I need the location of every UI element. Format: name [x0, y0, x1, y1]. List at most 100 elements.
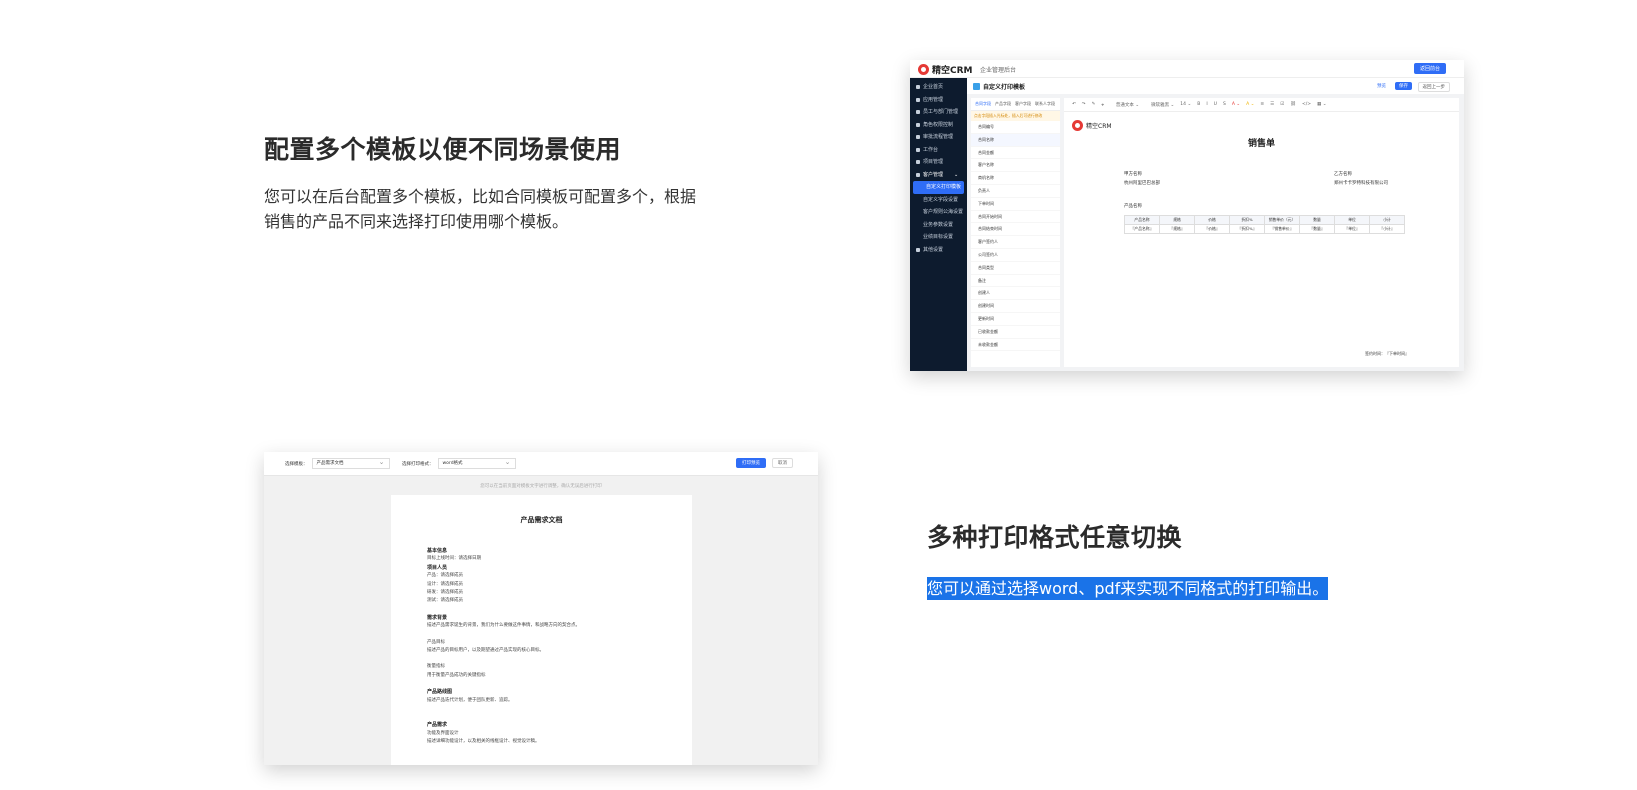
- font-size-select[interactable]: 14 ⌄: [1180, 102, 1191, 107]
- feature-description-line: 销售的产品不同来选择打印使用哪个模板。: [264, 212, 569, 231]
- undo-icon[interactable]: ↶: [1072, 102, 1076, 107]
- brand-logo-icon: [1072, 120, 1083, 131]
- table-icon[interactable]: ▦ ⌄: [1317, 102, 1326, 107]
- sidebar-item[interactable]: 工作台: [910, 144, 967, 157]
- doc-spacer: [427, 606, 580, 614]
- sidebar-item[interactable]: 角色权限控制: [910, 119, 967, 132]
- sidebar-item[interactable]: 审批流程管理: [910, 131, 967, 144]
- checkbox-icon[interactable]: ☑: [1280, 102, 1284, 107]
- field-item[interactable]: 合同开始时间: [971, 211, 1060, 224]
- return-frontend-button[interactable]: 返回前台: [1413, 63, 1446, 74]
- feature-title: 配置多个模板以便不同场景使用: [264, 135, 622, 164]
- field-item[interactable]: 客户名称: [971, 159, 1060, 173]
- sidebar-item[interactable]: 项目管理: [910, 156, 967, 169]
- table-cell: 『价格』: [1194, 224, 1230, 234]
- doc-heading: 项目人员: [427, 564, 448, 571]
- tab-contract-fields[interactable]: 合同字段: [975, 101, 991, 107]
- doc-spacer: [427, 713, 580, 721]
- format-select-box[interactable]: word格式: [437, 457, 516, 469]
- sidebar-item[interactable]: 应用管理: [910, 94, 967, 107]
- field-item[interactable]: 下单时间: [971, 198, 1060, 211]
- template-icon: [973, 83, 980, 90]
- party-b-name: 郑州卡卡罗特科技有限公司: [1334, 181, 1388, 186]
- field-item[interactable]: 合同编号: [971, 121, 1060, 134]
- field-item[interactable]: 合同结束时间: [971, 223, 1060, 237]
- link-icon[interactable]: ⛓: [1290, 102, 1296, 107]
- page: 配置多个模板以便不同场景使用 您可以在后台配置多个模板，比如合同模板可配置多个，…: [0, 0, 1637, 790]
- preview-button[interactable]: 预览: [1373, 82, 1390, 90]
- sidebar-item[interactable]: 企业首页: [910, 81, 967, 94]
- field-item[interactable]: 合同名称: [971, 133, 1060, 147]
- field-item[interactable]: 更新时间: [971, 313, 1060, 326]
- sidebar-item[interactable]: 客户规则公海设置: [910, 206, 967, 219]
- sidebar-item-label: 员工与部门管理: [923, 109, 959, 115]
- field-item[interactable]: 未收款金额: [971, 339, 1060, 352]
- party-b: 乙方名称 郑州卡卡罗特科技有限公司: [1334, 170, 1388, 188]
- doc-line: 目标上线时间：请选择日期: [427, 556, 481, 562]
- underline-icon[interactable]: U: [1214, 102, 1217, 107]
- table-cell: 『数量』: [1299, 224, 1335, 234]
- field-tabs: 合同字段 产品字段 客户字段 联系人字段: [971, 98, 1060, 111]
- table-header-cell: 价格: [1194, 215, 1230, 225]
- font-color-icon[interactable]: A ⌄: [1232, 102, 1240, 107]
- align-icon[interactable]: ≡: [1260, 102, 1264, 107]
- sidebar-item[interactable]: 业绩目标设置: [910, 231, 967, 244]
- field-item[interactable]: 创建时间: [971, 300, 1060, 313]
- code-icon[interactable]: </>: [1302, 102, 1311, 107]
- tab-contact-fields[interactable]: 联系人字段: [1035, 101, 1055, 107]
- bold-icon[interactable]: B: [1197, 102, 1200, 107]
- template-select-box[interactable]: 产品需求文档: [311, 457, 390, 469]
- preview-paper[interactable]: 产品需求文档 基本信息 目标上线时间：请选择日期 项目人员 产品：请选择成员 设计：请选…: [391, 495, 692, 765]
- sidebar-item[interactable]: 其他设置: [910, 244, 967, 257]
- sidebar-item-label: 应用管理: [923, 96, 944, 103]
- chevron-down-icon: ⌄: [954, 171, 959, 178]
- sidebar-item-label: 业务参数设置: [923, 221, 954, 228]
- tab-customer-fields[interactable]: 客户字段: [1015, 101, 1031, 107]
- back-button[interactable]: 返回上一步: [1417, 82, 1450, 92]
- field-item[interactable]: 备注: [971, 275, 1060, 288]
- print-preview-button[interactable]: 打印预览: [736, 458, 766, 468]
- field-item[interactable]: 负责人: [971, 185, 1060, 198]
- doc-line: 衡量指标: [427, 664, 445, 670]
- format-select: 选择打印格式： word格式: [402, 457, 516, 469]
- brush-icon[interactable]: ✎: [1092, 102, 1096, 107]
- page-title: 自定义打印模板: [973, 82, 1025, 91]
- field-item[interactable]: 合同类型: [971, 262, 1060, 275]
- redo-icon[interactable]: ↷: [1082, 102, 1086, 107]
- strikethrough-icon[interactable]: S: [1223, 102, 1226, 107]
- feature-description: 您可以在后台配置多个模板，比如合同模板可配置多个，根据 销售的产品不同来选择打印…: [264, 184, 724, 234]
- list-icon[interactable]: ☰: [1270, 102, 1274, 107]
- doc-heading: 基本信息: [427, 548, 448, 554]
- template-editor[interactable]: ↶ ↷ ✎ ⌖ 普通文本 ⌄ 微软雅黑 ⌄ 14 ⌄ B I U S A ⌄ A…: [1064, 98, 1459, 367]
- party-a-label: 甲方名称: [1124, 172, 1142, 177]
- field-item[interactable]: 合同金额: [971, 147, 1060, 160]
- sidebar-item-label: 项目管理: [923, 159, 944, 165]
- field-item[interactable]: 商机名称: [971, 172, 1060, 185]
- sidebar-item[interactable]: 业务参数设置: [910, 219, 967, 232]
- customer-icon: [916, 172, 920, 177]
- table-header-cell: 产品名称: [1124, 215, 1160, 225]
- font-family-select[interactable]: 微软雅黑 ⌄: [1151, 102, 1174, 108]
- table-cell: 『小计』: [1369, 224, 1405, 234]
- field-item[interactable]: 创建人: [971, 287, 1060, 301]
- paragraph-select[interactable]: 普通文本 ⌄: [1116, 102, 1139, 108]
- field-item[interactable]: 客户签约人: [971, 236, 1060, 249]
- field-item[interactable]: 公司签约人: [971, 249, 1060, 262]
- sidebar-item-customers[interactable]: 客户管理 ⌄: [910, 169, 967, 182]
- sidebar-item-print-template[interactable]: 自定义打印模板: [913, 181, 964, 194]
- field-item[interactable]: 已收款金额: [971, 326, 1060, 339]
- doc-line: 产品目标: [427, 639, 445, 645]
- tab-product-fields[interactable]: 产品字段: [995, 101, 1011, 107]
- sidebar-item-label: 其他设置: [923, 246, 944, 253]
- cancel-button[interactable]: 取消: [772, 458, 793, 468]
- sidebar-item-label: 角色权限控制: [923, 121, 954, 128]
- sidebar-item[interactable]: 自定义字段设置: [910, 194, 967, 207]
- sidebar-item[interactable]: 员工与部门管理: [910, 106, 967, 119]
- save-button[interactable]: 保存: [1395, 82, 1412, 90]
- template-select: 选择模板： 产品需求文档: [285, 457, 390, 469]
- clear-format-icon[interactable]: ⌖: [1101, 102, 1104, 108]
- italic-icon[interactable]: I: [1206, 102, 1207, 107]
- print-preview-screenshot: 选择模板： 产品需求文档 选择打印格式： word格式 打印预览 取消 您可以在…: [264, 452, 818, 765]
- highlight-icon[interactable]: A ⌄: [1246, 102, 1254, 107]
- page-title-text: 自定义打印模板: [983, 84, 1026, 91]
